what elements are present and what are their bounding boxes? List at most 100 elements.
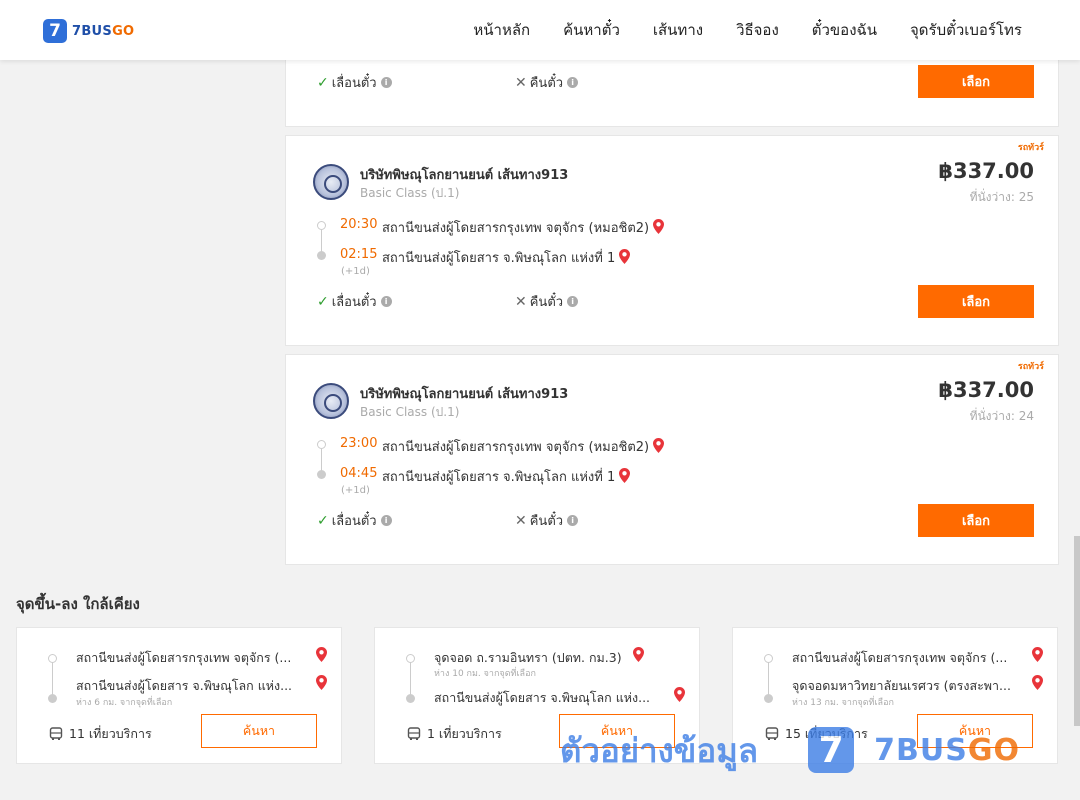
top-header: 7 7BUSGO หน้าหลัก ค้นหาตั๋ว เส้นทาง วิธี… [0,0,1080,60]
departure-stop: สถานีขนส่งผู้โดยสารกรุงเทพ จตุจักร (หมอช… [382,217,665,238]
trip-card-partial: ✓ เลื่อนตั๋ว i ✕ คืนตั๋ว i เลือก [285,52,1059,127]
arrival-dot-icon [406,694,415,703]
trip-count: 15 เที่ยวบริการ [765,724,868,744]
refund-ticket-option: ✕ คืนตั๋ว i [515,510,579,531]
info-icon[interactable]: i [567,296,579,307]
nav-my-tickets[interactable]: ตั๋วของฉัน [812,18,877,42]
seats-available: ที่นั่งว่าง: 25 [969,190,1034,204]
brand-logo[interactable]: 7 7BUSGO [43,19,134,43]
search-route-button[interactable]: ค้นหา [201,714,317,748]
info-icon[interactable]: i [567,515,579,526]
select-trip-button[interactable]: เลือก [918,65,1034,98]
map-pin-icon[interactable] [633,647,644,662]
cross-icon: ✕ [515,293,527,310]
ticket-price: ฿337.00 [938,378,1034,402]
nearby-to-stop: สถานีขนส่งผู้โดยสาร จ.พิษณุโลก แห่ง... [76,678,293,693]
route-line [52,660,53,696]
trip-count: 11 เที่ยวบริการ [49,724,152,744]
change-ticket-label: เลื่อนตั๋ว [331,76,377,91]
map-pin-icon[interactable] [653,438,665,453]
map-pin-icon[interactable] [316,647,327,662]
scrollbar-thumb[interactable] [1074,536,1080,726]
arrival-time: 02:15 [340,247,378,262]
refund-ticket-option: ✕ คืนตั๋ว i [515,72,579,93]
nearby-route-card: จุดจอด ถ.รามอินทรา (ปตท. กม.3) ห่าง 10 ก… [374,627,700,764]
arrival-dot-icon [764,694,773,703]
next-day-note: (+1d) [341,266,370,277]
nearby-from-stop: สถานีขนส่งผู้โดยสารกรุงเทพ จตุจักร (... [792,650,1008,665]
bus-class: Basic Class (ป.1) [360,405,460,419]
nearby-from-stop: จุดจอด ถ.รามอินทรา (ปตท. กม.3) [434,650,622,665]
arrival-stop: สถานีขนส่งผู้โดยสาร จ.พิษณุโลก แห่งที่ 1 [382,466,631,487]
change-ticket-label: เลื่อนตั๋ว [331,514,377,529]
departure-dot-icon [317,221,326,230]
bus-class: Basic Class (ป.1) [360,186,460,200]
search-route-button[interactable]: ค้นหา [917,714,1033,748]
nearby-to-stop: สถานีขนส่งผู้โดยสาร จ.พิษณุโลก แห่ง... [434,690,651,705]
operator-name: บริษัทพิษณุโลกยานยนต์ เส้นทาง913 [360,168,569,183]
bus-type-badge: รถทัวร์ [1017,362,1044,372]
arrival-stop: สถานีขนส่งผู้โดยสาร จ.พิษณุโลก แห่งที่ 1 [382,247,631,268]
nearby-stops-title: จุดขึ้น-ลง ใกล้เคียง [16,595,140,613]
trip-count: 1 เที่ยวบริการ [407,724,502,744]
departure-time: 23:00 [340,436,378,451]
trip-count-label: 11 เที่ยวบริการ [69,726,152,741]
trip-card: รถทัวร์ บริษัทพิษณุโลกยานยนต์ เส้นทาง913… [285,354,1059,565]
operator-logo-icon [313,383,349,419]
next-day-note: (+1d) [341,485,370,496]
nav-ticket-pickup[interactable]: จุดรับตั๋วเบอร์โทร [910,18,1022,42]
departure-dot-icon [317,440,326,449]
select-trip-button[interactable]: เลือก [918,285,1034,318]
seats-available: ที่นั่งว่าง: 24 [969,409,1034,423]
trip-card: รถทัวร์ บริษัทพิษณุโลกยานยนต์ เส้นทาง913… [285,135,1059,346]
trip-count-label: 15 เที่ยวบริการ [785,726,868,741]
departure-stop: สถานีขนส่งผู้โดยสารกรุงเทพ จตุจักร (หมอช… [382,436,665,457]
nearby-route-card: สถานีขนส่งผู้โดยสารกรุงเทพ จตุจักร (... … [732,627,1058,764]
refund-ticket-label: คืนตั๋ว [529,76,564,91]
nearby-to-stop: จุดจอดมหาวิทยาลัยนเรศวร (ตรงสะพา... [792,678,1011,693]
check-icon: ✓ [317,512,329,529]
change-ticket-option: ✓ เลื่อนตั๋ว i [317,291,392,312]
check-icon: ✓ [317,74,329,91]
info-icon[interactable]: i [380,515,392,526]
nearby-route-card: สถานีขนส่งผู้โดยสารกรุงเทพ จตุจักร (... … [16,627,342,764]
map-pin-icon[interactable] [1032,675,1043,690]
map-pin-icon[interactable] [1032,647,1043,662]
departure-dot-icon [48,654,57,663]
change-ticket-option: ✓ เลื่อนตั๋ว i [317,510,392,531]
info-icon[interactable]: i [380,77,392,88]
arrival-dot-icon [317,470,326,479]
check-icon: ✓ [317,293,329,310]
page-scrollbar[interactable] [1074,0,1080,800]
map-pin-icon[interactable] [316,675,327,690]
trip-count-label: 1 เที่ยวบริการ [427,726,502,741]
refund-ticket-option: ✕ คืนตั๋ว i [515,291,579,312]
route-line [768,660,769,696]
info-icon[interactable]: i [567,77,579,88]
bus-type-badge: รถทัวร์ [1017,143,1044,153]
logo-text: 7BUSGO [72,23,135,39]
map-pin-icon[interactable] [619,249,631,264]
nav-search-tickets[interactable]: ค้นหาตั๋ว [563,18,620,42]
bus-icon [49,727,63,740]
nav-home[interactable]: หน้าหลัก [473,18,530,42]
ticket-price: ฿337.00 [938,159,1034,183]
map-pin-icon[interactable] [653,219,665,234]
distance-note: ห่าง 13 กม. จากจุดที่เลือก [792,698,894,708]
cross-icon: ✕ [515,74,527,91]
distance-note: ห่าง 6 กม. จากจุดที่เลือก [76,698,173,708]
nav-routes[interactable]: เส้นทาง [653,18,703,42]
departure-dot-icon [764,654,773,663]
search-route-button[interactable]: ค้นหา [559,714,675,748]
departure-dot-icon [406,654,415,663]
arrival-time: 04:45 [340,466,378,481]
refund-ticket-label: คืนตั๋ว [529,295,564,310]
info-icon[interactable]: i [380,296,392,307]
select-trip-button[interactable]: เลือก [918,504,1034,537]
arrival-dot-icon [48,694,57,703]
map-pin-icon[interactable] [619,468,631,483]
main-nav: หน้าหลัก ค้นหาตั๋ว เส้นทาง วิธีจอง ตั๋วข… [440,0,1022,60]
nav-how-to-book[interactable]: วิธีจอง [736,18,779,42]
refund-ticket-label: คืนตั๋ว [529,514,564,529]
map-pin-icon[interactable] [674,687,685,702]
